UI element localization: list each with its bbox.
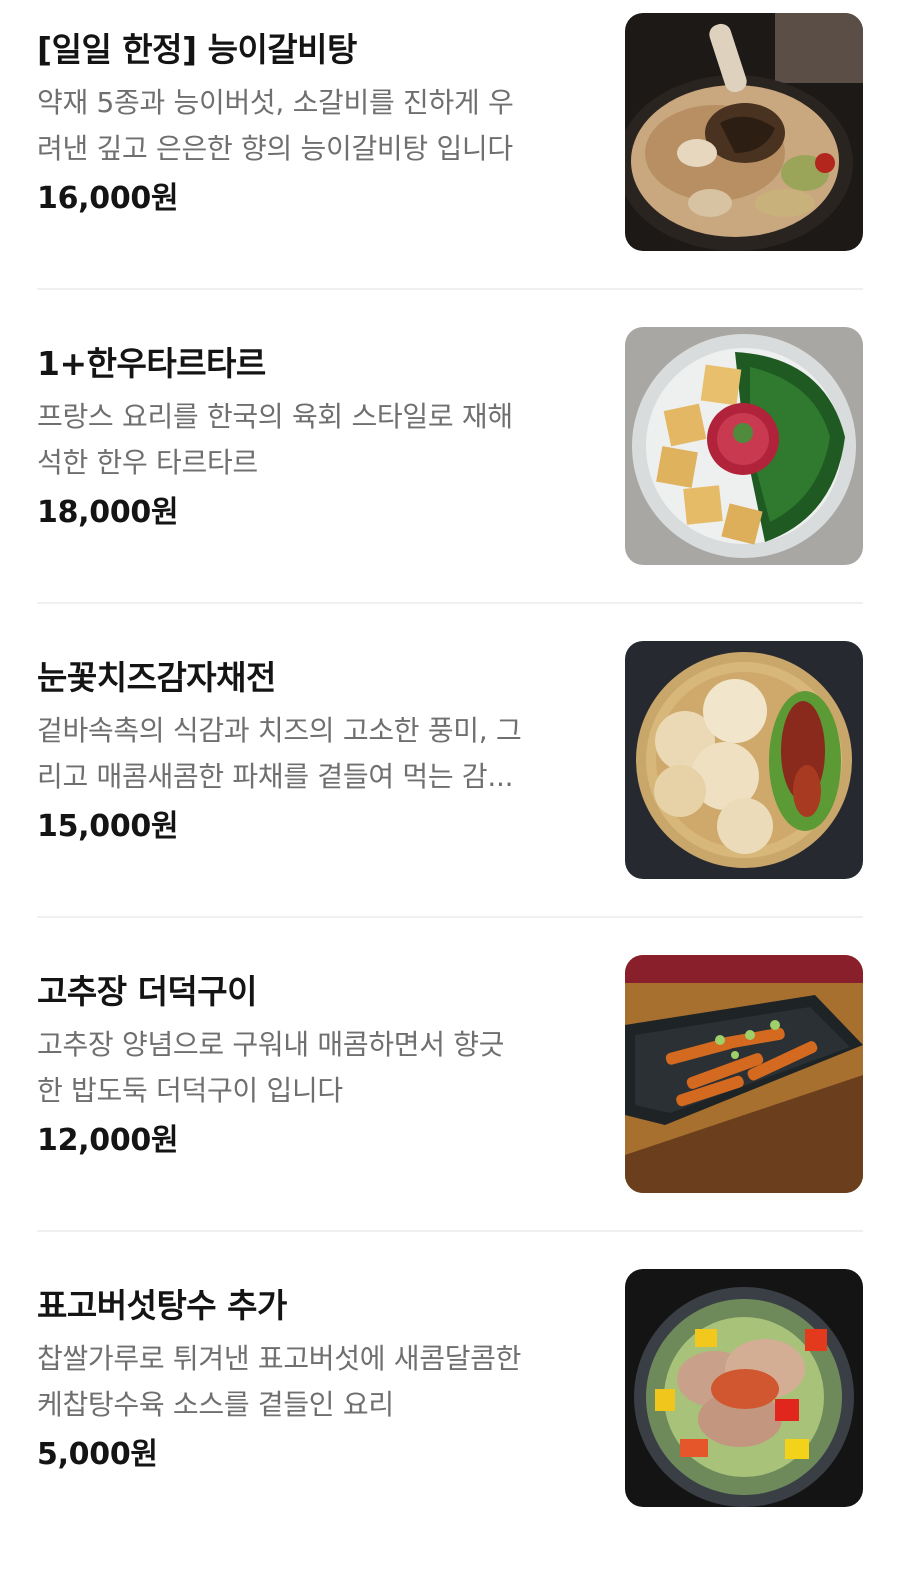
menu-item-name: 1+한우타르타르 — [37, 344, 266, 383]
menu-item-description: 겉바속촉의 식감과 치즈의 고소한 풍미, 그 리고 매콤새콤한 파채를 곁들여… — [37, 708, 597, 800]
menu-item-price: 12,000원 — [37, 1123, 179, 1158]
description-line: 약재 5종과 능이버섯, 소갈비를 진하게 우 — [37, 86, 514, 119]
menu-item-text: 고추장 더덕구이 고추장 양념으로 구워내 매콤하면서 향긋 한 밥도둑 더덕구… — [37, 970, 597, 1163]
menu-item-price: 16,000원 — [37, 181, 179, 216]
menu-item-text: 1+한우타르타르 프랑스 요리를 한국의 육회 스타일로 재해 석한 한우 타르… — [37, 342, 597, 535]
divider — [37, 1230, 863, 1232]
description-line: 찹쌀가루로 튀겨낸 표고버섯에 새콤달콤한 — [37, 1342, 522, 1375]
menu-item-description: 프랑스 요리를 한국의 육회 스타일로 재해 석한 한우 타르타르 — [37, 394, 597, 486]
menu-item-text: 눈꽃치즈감자채전 겉바속촉의 식감과 치즈의 고소한 풍미, 그 리고 매콤새콤… — [37, 656, 597, 849]
menu-item-price: 15,000원 — [37, 809, 179, 844]
menu-item-description: 찹쌀가루로 튀겨낸 표고버섯에 새콤달콤한 케찹탕수육 소스를 곁들인 요리 — [37, 1336, 597, 1428]
menu-item-name: 표고버섯탕수 추가 — [37, 1286, 287, 1325]
shiitake-sweet-sour-image — [625, 1269, 863, 1507]
menu-item-text: 표고버섯탕수 추가 찹쌀가루로 튀겨낸 표고버섯에 새콤달콤한 케찹탕수육 소스… — [37, 1284, 597, 1477]
menu-list: [일일 한정] 능이갈비탕 약재 5종과 능이버섯, 소갈비를 진하게 우 려낸… — [0, 0, 900, 1521]
menu-item-cheese-potato-pancake[interactable]: 눈꽃치즈감자채전 겉바속촉의 식감과 치즈의 고소한 풍미, 그 리고 매콤새콤… — [0, 628, 900, 942]
menu-item-shiitake-sweet-sour[interactable]: 표고버섯탕수 추가 찹쌀가루로 튀겨낸 표고버섯에 새콤달콤한 케찹탕수육 소스… — [0, 1256, 900, 1570]
description-line: 고추장 양념으로 구워내 매콤하면서 향긋 — [37, 1028, 505, 1061]
menu-item-name: 눈꽃치즈감자채전 — [37, 658, 276, 697]
description-line: 리고 매콤새콤한 파채를 곁들여 먹는 감... — [37, 760, 514, 793]
cheese-potato-pancake-image — [625, 641, 863, 879]
menu-item-price: 5,000원 — [37, 1437, 158, 1472]
beef-tartare-photo[interactable] — [625, 327, 863, 565]
description-line: 려낸 깊고 은은한 향의 능이갈비탕 입니다 — [37, 132, 513, 165]
description-line: 겉바속촉의 식감과 치즈의 고소한 풍미, 그 — [37, 714, 522, 747]
beef-rib-soup-photo[interactable] — [625, 13, 863, 251]
description-line: 석한 한우 타르타르 — [37, 446, 258, 479]
beef-rib-soup-image — [625, 13, 863, 251]
shiitake-sweet-sour-photo[interactable] — [625, 1269, 863, 1507]
menu-item-beef-rib-soup[interactable]: [일일 한정] 능이갈비탕 약재 5종과 능이버섯, 소갈비를 진하게 우 려낸… — [0, 0, 900, 314]
cheese-potato-pancake-photo[interactable] — [625, 641, 863, 879]
menu-item-name: [일일 한정] 능이갈비탕 — [37, 30, 357, 69]
divider — [37, 916, 863, 918]
menu-item-description: 고추장 양념으로 구워내 매콤하면서 향긋 한 밥도둑 더덕구이 입니다 — [37, 1022, 597, 1114]
description-line: 케찹탕수육 소스를 곁들인 요리 — [37, 1388, 394, 1421]
menu-item-grilled-deodeok[interactable]: 고추장 더덕구이 고추장 양념으로 구워내 매콤하면서 향긋 한 밥도둑 더덕구… — [0, 942, 900, 1256]
beef-tartare-image — [625, 327, 863, 565]
grilled-deodeok-image — [625, 955, 863, 1193]
menu-item-name: 고추장 더덕구이 — [37, 972, 258, 1011]
description-line: 프랑스 요리를 한국의 육회 스타일로 재해 — [37, 400, 513, 433]
divider — [37, 602, 863, 604]
divider — [37, 288, 863, 290]
menu-item-description: 약재 5종과 능이버섯, 소갈비를 진하게 우 려낸 깊고 은은한 향의 능이갈… — [37, 80, 597, 172]
menu-item-price: 18,000원 — [37, 495, 179, 530]
menu-item-beef-tartare[interactable]: 1+한우타르타르 프랑스 요리를 한국의 육회 스타일로 재해 석한 한우 타르… — [0, 314, 900, 628]
description-line: 한 밥도둑 더덕구이 입니다 — [37, 1074, 343, 1107]
menu-item-text: [일일 한정] 능이갈비탕 약재 5종과 능이버섯, 소갈비를 진하게 우 려낸… — [37, 28, 597, 221]
grilled-deodeok-photo[interactable] — [625, 955, 863, 1193]
